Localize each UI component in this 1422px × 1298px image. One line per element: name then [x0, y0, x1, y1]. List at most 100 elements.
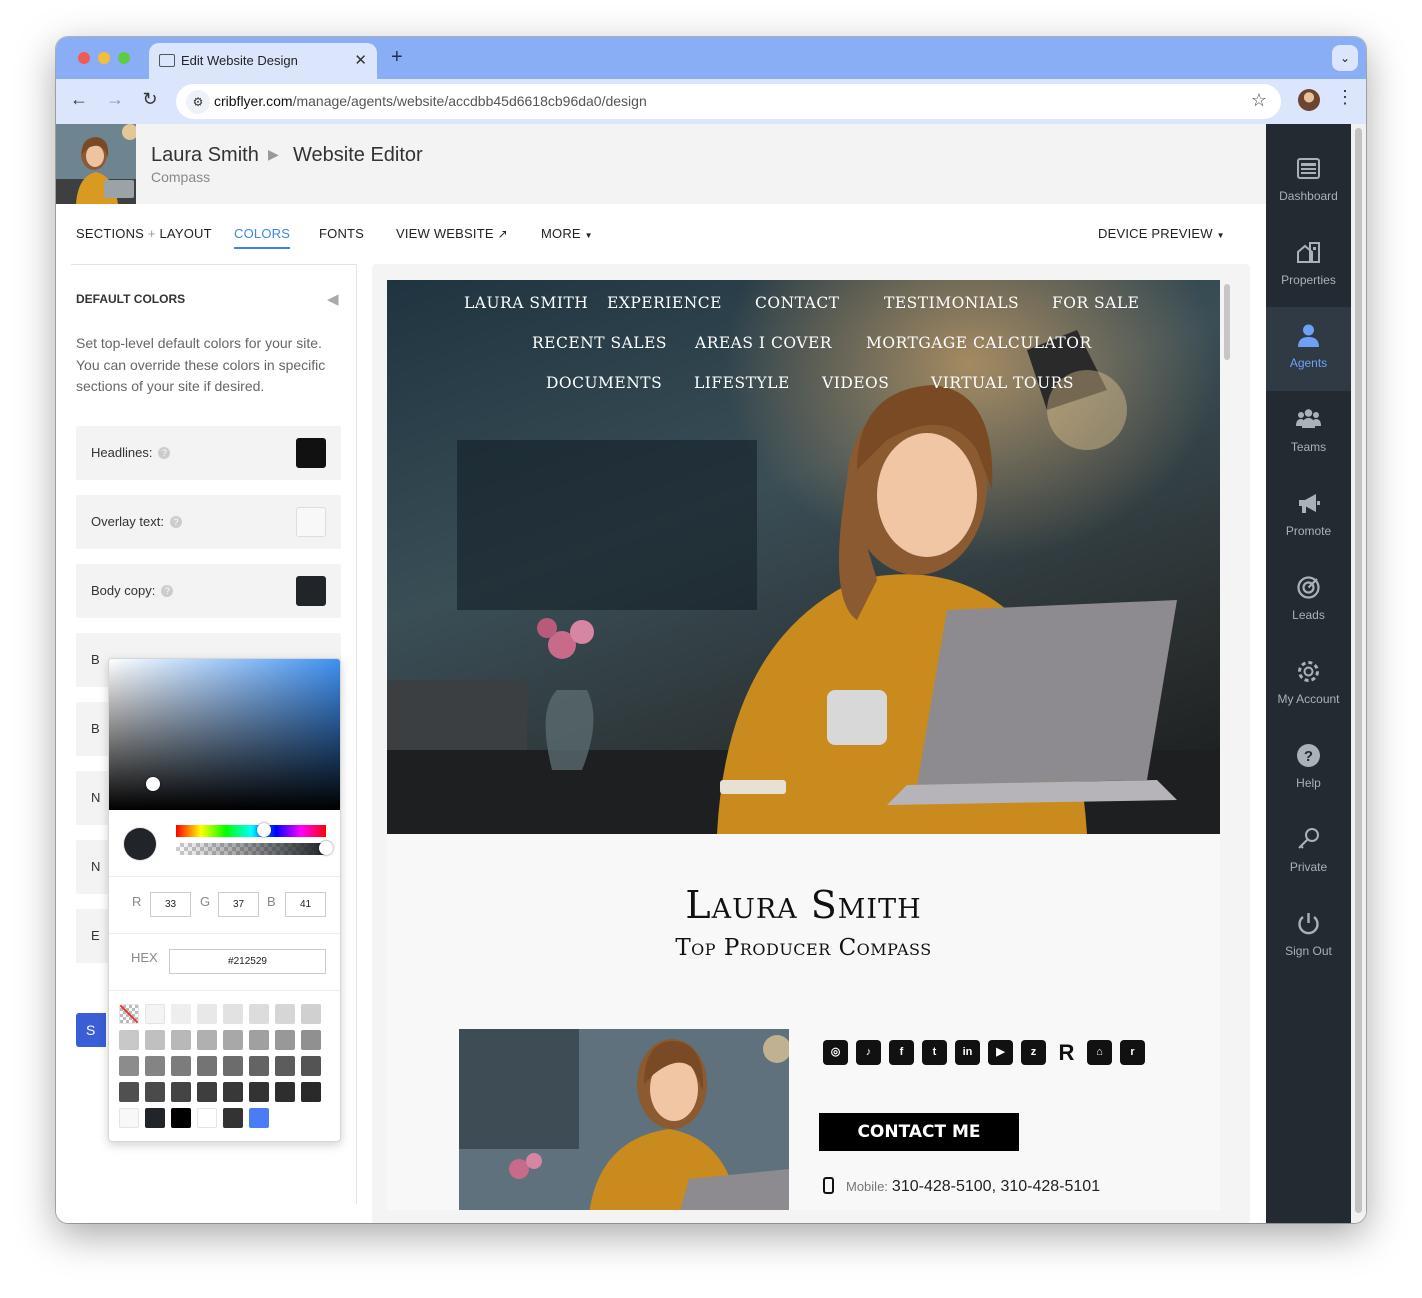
sidebar-item-dashboard[interactable]: Dashboard: [1266, 140, 1351, 224]
overlay-text-color-row[interactable]: Overlay text:?: [76, 495, 341, 549]
hue-slider[interactable]: [176, 825, 326, 837]
agent-name[interactable]: Laura Smith: [151, 144, 259, 167]
site-nav-item[interactable]: LAURA SMITH: [464, 294, 588, 312]
instagram-icon[interactable]: ◎: [823, 1040, 848, 1065]
twitter-icon[interactable]: t: [922, 1040, 947, 1065]
palette-swatch[interactable]: [301, 1082, 321, 1102]
palette-swatch[interactable]: [275, 1004, 295, 1024]
palette-swatch[interactable]: [119, 1056, 139, 1076]
site-nav-item[interactable]: VIDEOS: [822, 374, 889, 392]
tab-sections-layout[interactable]: SECTIONS + LAYOUT: [76, 226, 212, 241]
palette-swatch[interactable]: [197, 1082, 217, 1102]
page-scrollbar-thumb[interactable]: [1355, 128, 1362, 1213]
palette-swatch[interactable]: [275, 1056, 295, 1076]
palette-swatch[interactable]: [223, 1056, 243, 1076]
palette-swatch[interactable]: [171, 1082, 191, 1102]
palette-swatch[interactable]: [145, 1108, 165, 1128]
palette-swatch[interactable]: [119, 1030, 139, 1050]
minimize-window-button[interactable]: [98, 52, 110, 64]
palette-swatch[interactable]: [301, 1004, 321, 1024]
redfin-icon[interactable]: r: [1120, 1040, 1145, 1065]
collapse-panel-icon[interactable]: ◀: [327, 290, 339, 308]
hue-handle[interactable]: [257, 823, 271, 837]
palette-swatch[interactable]: [249, 1082, 269, 1102]
page-scrollbar[interactable]: [1351, 124, 1366, 1223]
site-nav-item[interactable]: VIRTUAL TOURS: [931, 374, 1074, 392]
palette-swatch[interactable]: [249, 1004, 269, 1024]
site-nav-item[interactable]: AREAS I COVER: [695, 334, 832, 352]
forward-icon[interactable]: →: [104, 89, 126, 110]
browser-tab[interactable]: Edit Website Design ✕: [149, 43, 377, 79]
headlines-color-swatch[interactable]: [296, 438, 326, 468]
palette-swatch[interactable]: [145, 1082, 165, 1102]
profile-avatar[interactable]: [1298, 89, 1320, 111]
site-nav-item[interactable]: TESTIMONIALS: [884, 294, 1019, 312]
palette-swatch[interactable]: [171, 1108, 191, 1128]
help-icon[interactable]: ?: [161, 585, 174, 597]
saturation-handle[interactable]: [146, 777, 160, 791]
site-nav-item[interactable]: CONTACT: [755, 294, 840, 312]
mobile-numbers[interactable]: 310-428-5100, 310-428-5101: [892, 1178, 1100, 1195]
palette-swatch[interactable]: [197, 1004, 217, 1024]
r-input[interactable]: 33: [150, 892, 191, 917]
alpha-slider[interactable]: [176, 843, 326, 855]
palette-swatch[interactable]: [197, 1108, 217, 1128]
headlines-color-row[interactable]: Headlines:?: [76, 426, 341, 480]
site-nav-item[interactable]: RECENT SALES: [532, 334, 667, 352]
address-bar[interactable]: ⚙ cribflyer.com/manage/agents/website/ac…: [176, 84, 1281, 119]
close-tab-icon[interactable]: ✕: [354, 51, 367, 69]
sidebar-item-promote[interactable]: Promote: [1266, 475, 1351, 559]
close-window-button[interactable]: [78, 52, 90, 64]
zillow-icon[interactable]: z: [1021, 1040, 1046, 1065]
site-nav-item[interactable]: DOCUMENTS: [546, 374, 662, 392]
sidebar-item-private[interactable]: Private: [1266, 811, 1351, 895]
palette-swatch[interactable]: [223, 1108, 243, 1128]
site-nav-item[interactable]: EXPERIENCE: [607, 294, 722, 312]
body-copy-color-swatch[interactable]: [296, 576, 326, 606]
palette-swatch[interactable]: [171, 1004, 191, 1024]
browser-menu-icon[interactable]: ⋮: [1336, 87, 1354, 108]
youtube-icon[interactable]: ▶: [988, 1040, 1013, 1065]
more-menu[interactable]: MORE ▼: [541, 226, 593, 241]
site-nav-item[interactable]: MORTGAGE CALCULATOR: [866, 334, 1092, 352]
palette-swatch[interactable]: [171, 1030, 191, 1050]
site-info-icon[interactable]: ⚙: [186, 90, 210, 114]
palette-swatch[interactable]: [223, 1004, 243, 1024]
no-color-swatch[interactable]: [119, 1004, 139, 1024]
hex-input[interactable]: #212529: [169, 949, 326, 974]
palette-swatch[interactable]: [197, 1056, 217, 1076]
overlay-text-color-swatch[interactable]: [296, 507, 326, 537]
maximize-window-button[interactable]: [118, 52, 130, 64]
sidebar-item-help[interactable]: ? Help: [1266, 727, 1351, 811]
g-input[interactable]: 37: [218, 892, 259, 917]
palette-swatch[interactable]: [223, 1082, 243, 1102]
sidebar-item-my-account[interactable]: My Account: [1266, 643, 1351, 727]
sidebar-item-sign-out[interactable]: Sign Out: [1266, 895, 1351, 979]
bookmark-star-icon[interactable]: ☆: [1251, 90, 1267, 111]
saturation-value-area[interactable]: [109, 659, 340, 810]
help-icon[interactable]: ?: [158, 447, 171, 459]
linkedin-icon[interactable]: in: [955, 1040, 980, 1065]
palette-swatch[interactable]: [249, 1056, 269, 1076]
palette-swatch[interactable]: [249, 1030, 269, 1050]
new-tab-icon[interactable]: +: [391, 46, 403, 69]
site-nav-item[interactable]: LIFESTYLE: [694, 374, 790, 392]
palette-swatch[interactable]: [145, 1030, 165, 1050]
sidebar-item-leads[interactable]: Leads: [1266, 559, 1351, 643]
realtor-icon[interactable]: R: [1054, 1040, 1079, 1065]
palette-swatch[interactable]: [145, 1056, 165, 1076]
sidebar-item-properties[interactable]: Properties: [1266, 224, 1351, 308]
sidebar-item-agents[interactable]: Agents: [1266, 307, 1351, 391]
palette-swatch[interactable]: [119, 1108, 139, 1128]
help-icon[interactable]: ?: [169, 516, 182, 528]
house-icon[interactable]: ⌂: [1087, 1040, 1112, 1065]
palette-swatch[interactable]: [301, 1030, 321, 1050]
palette-swatch[interactable]: [119, 1082, 139, 1102]
palette-swatch[interactable]: [171, 1056, 191, 1076]
sidebar-item-teams[interactable]: Teams: [1266, 391, 1351, 475]
palette-swatch[interactable]: [223, 1030, 243, 1050]
device-preview-menu[interactable]: DEVICE PREVIEW ▼: [1098, 226, 1225, 241]
tiktok-icon[interactable]: ♪: [856, 1040, 881, 1065]
palette-swatch[interactable]: [249, 1108, 269, 1128]
tab-fonts[interactable]: FONTS: [319, 226, 364, 241]
